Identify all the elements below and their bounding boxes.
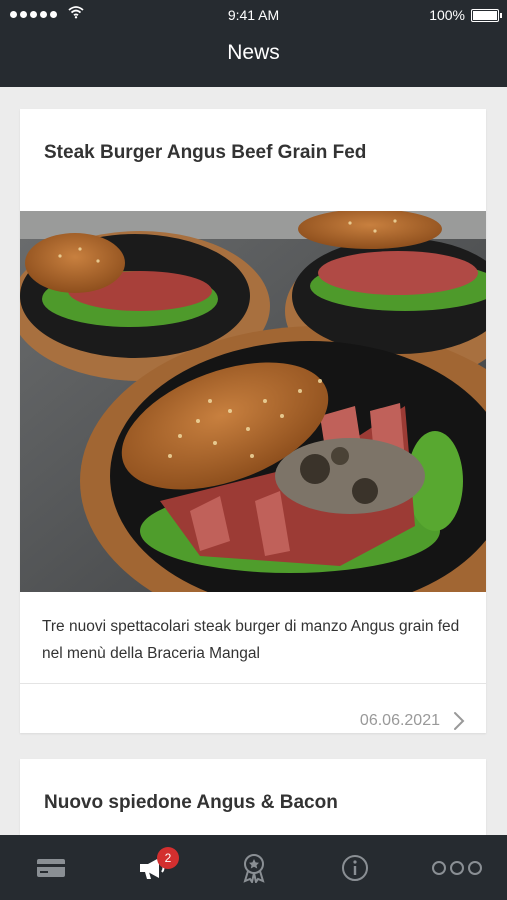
notification-badge: 2 (157, 847, 179, 869)
status-bar: 9:41 AM 100% (0, 0, 507, 30)
news-card-date: 06.06.2021 (359, 712, 440, 729)
page-title: News (227, 41, 280, 64)
more-icon (431, 860, 482, 875)
info-icon (341, 854, 368, 881)
news-card-image[interactable] (20, 211, 486, 592)
news-card-description: Tre nuovi spettacolari steak burger di m… (42, 618, 460, 662)
chevron-right-icon[interactable] (452, 710, 466, 732)
card-divider (20, 683, 486, 684)
news-list[interactable]: Steak Burger Angus Beef Grain Fed Tre nu… (0, 87, 507, 835)
tab-rewards[interactable] (203, 835, 304, 900)
card-icon (36, 858, 65, 877)
tab-news[interactable]: 2 (101, 835, 202, 900)
news-card[interactable]: Steak Burger Angus Beef Grain Fed Tre nu… (20, 109, 486, 733)
tab-info[interactable] (304, 835, 405, 900)
news-card-title[interactable]: Steak Burger Angus Beef Grain Fed (44, 142, 466, 164)
battery-icon (471, 9, 502, 22)
tab-more[interactable] (406, 835, 507, 900)
tab-bar: 2 (0, 835, 507, 900)
news-card[interactable]: Nuovo spiedone Angus & Bacon (20, 759, 486, 835)
news-card-title[interactable]: Nuovo spiedone Angus & Bacon (44, 792, 466, 814)
tab-cards[interactable] (0, 835, 101, 900)
award-icon (242, 853, 265, 883)
nav-bar: News (0, 30, 507, 87)
burger-photo (20, 211, 486, 592)
battery-percent: 100% (429, 7, 465, 23)
